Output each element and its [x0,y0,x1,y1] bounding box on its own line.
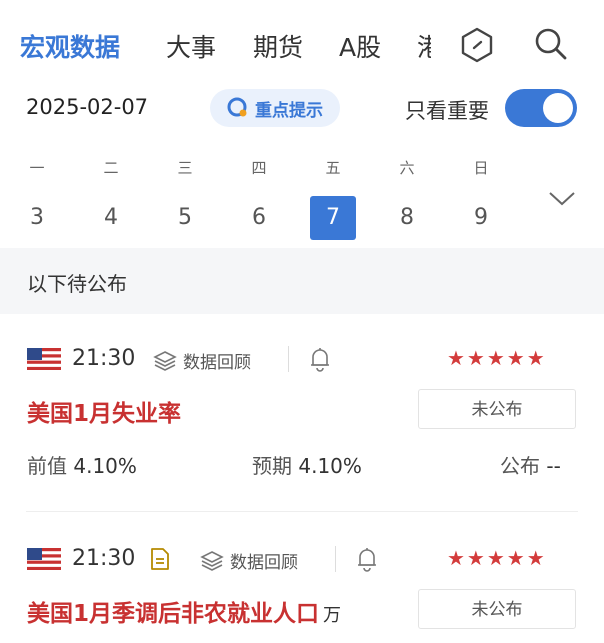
important-only-toggle[interactable] [505,89,577,127]
data-review-label: 数据回顾 [183,353,251,373]
importance-stars: ★★★★★ [447,346,547,370]
key-hint-label: 重点提示 [255,100,323,121]
current-date[interactable]: 2025-02-07 [26,95,148,119]
tab-hk-shares[interactable]: 港 [417,28,431,64]
key-hint-button[interactable]: 重点提示 [210,89,340,127]
weekday-wed: 三 [177,159,193,177]
weekday-sun: 日 [473,159,489,177]
chevron-down-icon[interactable] [546,188,578,208]
search-icon[interactable] [533,26,569,62]
tab-big-events[interactable]: 大事 [166,28,216,64]
event-time: 21:30 [72,546,136,571]
document-icon[interactable] [149,547,171,571]
tab-macro-data[interactable]: 宏观数据 [20,28,120,64]
us-flag-icon [27,348,61,370]
day-3[interactable]: 3 [14,196,60,240]
bell-icon[interactable] [309,346,331,372]
important-only-label: 只看重要 [405,99,489,123]
weekday-thu: 四 [251,159,267,177]
weekday-fri: 五 [325,159,341,177]
event-title[interactable]: 美国1月季调后非农就业人口万 [27,594,341,628]
day-7-selected[interactable]: 7 [310,196,356,240]
forecast-value: 预期 4.10% [252,454,362,478]
data-review-label: 数据回顾 [230,553,298,573]
importance-stars: ★★★★★ [447,546,547,570]
release-status-button[interactable]: 未公布 [418,389,576,429]
magnifier-badge-icon [227,97,247,117]
weekday-sat: 六 [399,159,415,177]
day-5[interactable]: 5 [162,196,208,240]
pending-section-header: 以下待公布 [0,248,604,314]
layers-icon [200,550,224,571]
section-title: 以下待公布 [27,272,127,296]
weekday-mon: 一 [29,159,45,177]
hexagon-icon[interactable] [459,26,495,64]
bell-icon[interactable] [356,546,378,572]
event-time: 21:30 [72,346,136,371]
weekday-tue: 二 [103,159,119,177]
tab-futures[interactable]: 期货 [253,28,303,64]
day-4[interactable]: 4 [88,196,134,240]
day-6[interactable]: 6 [236,196,282,240]
day-8[interactable]: 8 [384,196,430,240]
data-review-link[interactable]: 数据回顾 [200,548,298,573]
actual-value: 公布 -- [500,454,561,478]
layers-icon [153,350,177,371]
previous-value: 前值 4.10% [27,454,137,478]
release-status-button[interactable]: 未公布 [418,589,576,629]
tab-a-shares[interactable]: A股 [339,28,381,64]
day-9[interactable]: 9 [458,196,504,240]
us-flag-icon [27,548,61,570]
event-title[interactable]: 美国1月失业率 [27,394,185,428]
data-review-link[interactable]: 数据回顾 [153,348,251,373]
